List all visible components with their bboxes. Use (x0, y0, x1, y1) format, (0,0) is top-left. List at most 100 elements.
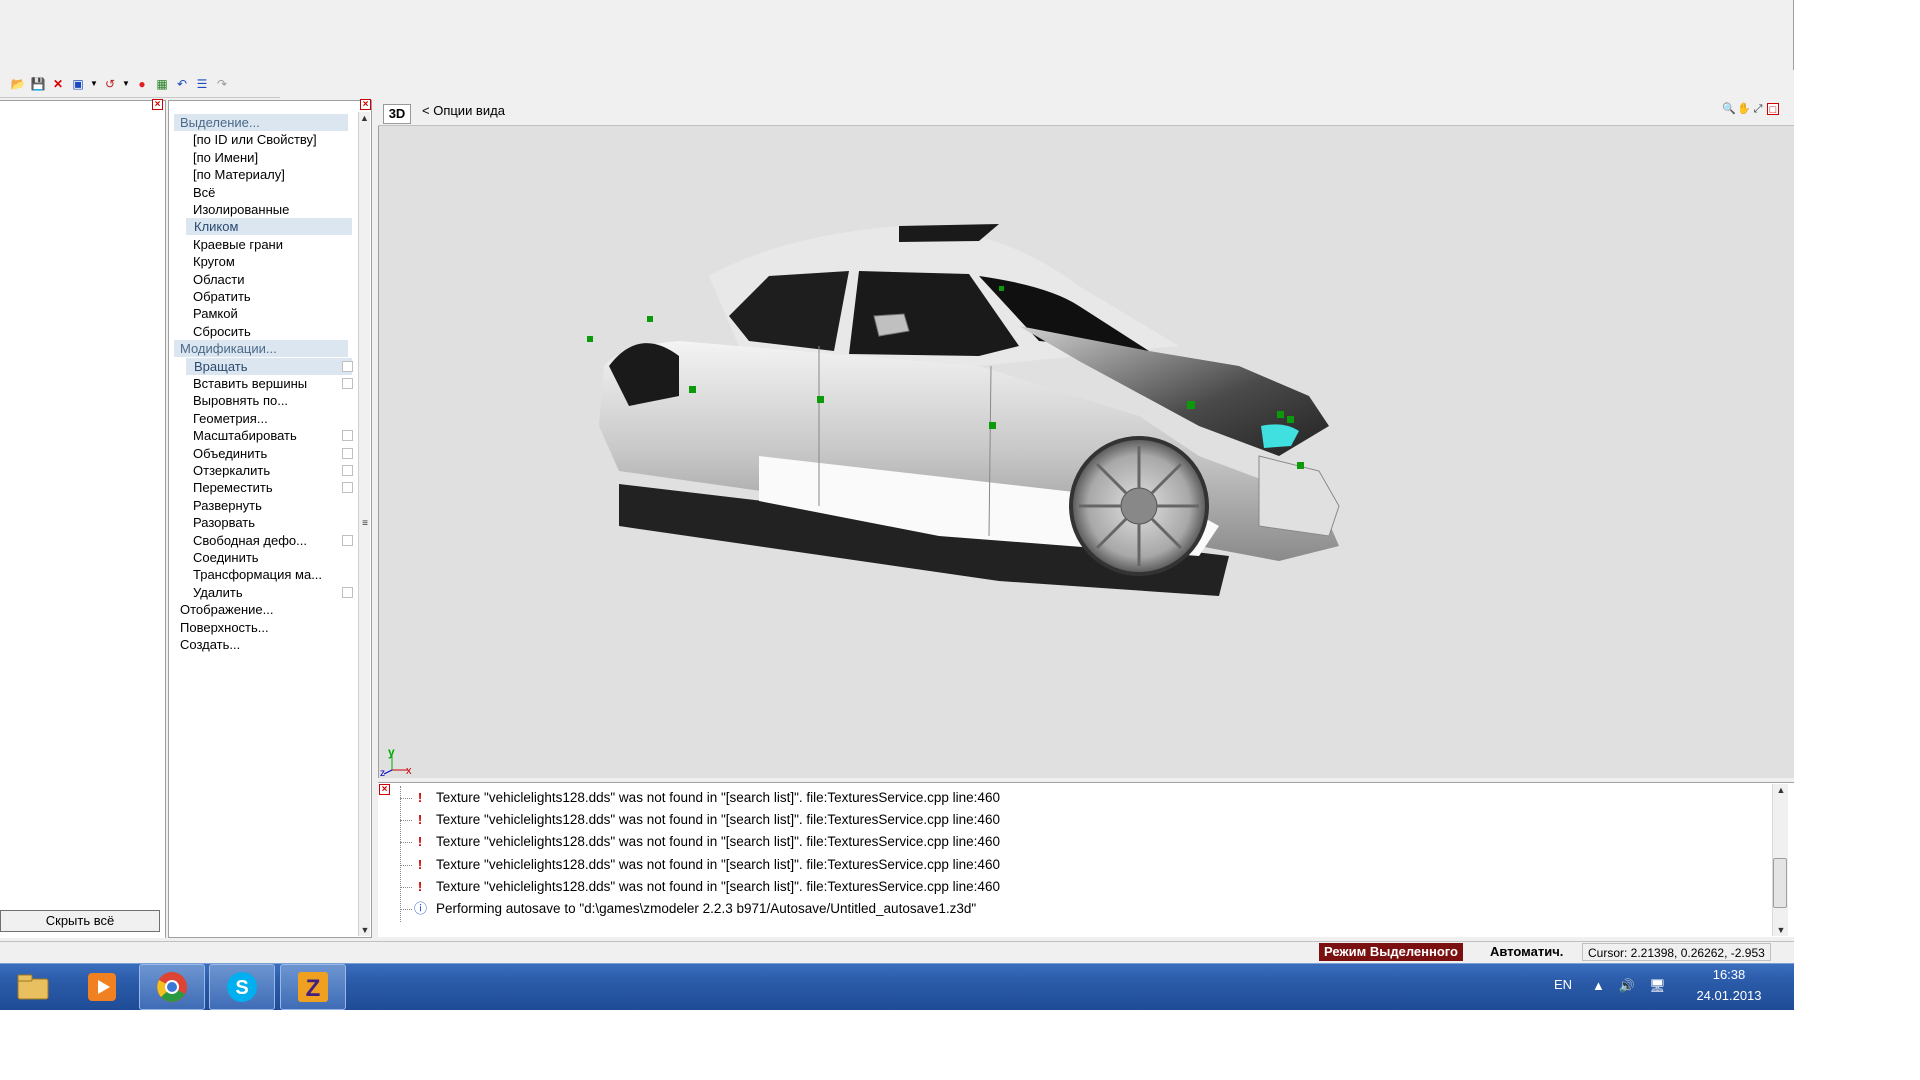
system-tray: ▲ 🔊 🖥 (1592, 978, 1666, 994)
log-entry[interactable]: Performing autosave to "d:\games\zmodele… (436, 898, 976, 920)
explorer-icon (17, 974, 49, 1000)
tree-item[interactable]: [по Материалу] (193, 166, 285, 183)
volume-icon[interactable]: 🔊 (1619, 978, 1635, 994)
tree-item[interactable]: Выровнять по... (193, 392, 288, 409)
log-tree-connector (400, 909, 412, 910)
close-icon[interactable]: □ (1767, 103, 1779, 116)
log-entry[interactable]: Texture "vehiclelights128.dds" was not f… (436, 876, 1000, 898)
tree-item[interactable]: Переместить (193, 479, 273, 496)
tree-item-checkbox[interactable] (342, 447, 353, 459)
delete-icon[interactable]: ✕ (50, 76, 66, 92)
tree-item-checkbox[interactable] (342, 586, 353, 598)
tree-item[interactable]: [по ID или Свойству] (193, 131, 317, 148)
tree-item[interactable]: Свободная дефо... (193, 532, 307, 549)
media-player-button[interactable] (69, 964, 135, 1010)
tree-item[interactable]: Вставить вершины (193, 375, 307, 392)
tree-item[interactable]: Кликом (186, 218, 352, 236)
tree-item[interactable]: Изолированные (193, 201, 289, 218)
open-icon[interactable]: 📂 (10, 76, 26, 92)
tree-item[interactable]: Вращать (186, 357, 352, 375)
properties-icon[interactable]: ☰ (194, 76, 210, 92)
redo-icon[interactable]: ↷ (214, 76, 230, 92)
start-explorer-button[interactable] (0, 964, 66, 1010)
language-indicator[interactable]: EN (1554, 977, 1572, 992)
tree-item[interactable]: Геометрия... (193, 410, 268, 427)
tree-item[interactable]: Всё (193, 184, 215, 201)
chrome-button[interactable] (139, 964, 205, 1010)
log-entry[interactable]: Texture "vehiclelights128.dds" was not f… (436, 809, 1000, 831)
tree-item[interactable]: Отзеркалить (193, 462, 270, 479)
tree-item[interactable]: Рамкой (193, 305, 238, 322)
close-icon[interactable]: × (360, 99, 371, 110)
pan-icon[interactable]: ✋ (1737, 103, 1751, 115)
tree-item[interactable]: Развернуть (193, 497, 262, 514)
dropdown-arrow-icon[interactable]: ▼ (122, 76, 130, 92)
close-icon[interactable]: × (152, 99, 163, 110)
network-icon[interactable]: 🖥 (1649, 978, 1666, 994)
tree-item[interactable]: Разорвать (193, 514, 255, 531)
zoom-icon[interactable]: 🔍 (1722, 103, 1736, 115)
tree-item[interactable]: Обратить (193, 288, 251, 305)
tree-item-checkbox[interactable] (342, 534, 353, 546)
render-icon[interactable]: ▦ (154, 76, 170, 92)
tree-item[interactable]: Трансформация ма... (193, 566, 322, 583)
tree-item[interactable]: Соединить (193, 549, 259, 566)
clock-time[interactable]: 16:38 (1684, 967, 1774, 982)
show-hidden-icons-icon[interactable]: ▲ (1592, 978, 1605, 994)
error-icon: ! (417, 812, 423, 828)
undo-group-icon[interactable]: ↺ (102, 76, 118, 92)
save-icon[interactable]: 💾 (30, 76, 46, 92)
import-icon[interactable]: ▣ (70, 76, 86, 92)
3d-viewport[interactable] (378, 126, 1794, 778)
auto-mode-indicator[interactable]: Автоматич. (1490, 943, 1563, 961)
error-icon: ! (417, 790, 423, 805)
tree-item-checkbox[interactable] (342, 378, 353, 389)
tree-item-checkbox[interactable] (342, 430, 353, 442)
tree-item-checkbox[interactable] (342, 360, 353, 372)
tree-scrollbar[interactable]: ▲ ≡ ▼ (358, 112, 370, 936)
tree-item[interactable]: [по Имени] (193, 149, 258, 166)
scroll-up-icon[interactable]: ▲ (359, 112, 370, 124)
log-entry[interactable]: Texture "vehiclelights128.dds" was not f… (436, 787, 1000, 809)
tree-item[interactable]: Отображение... (180, 601, 274, 618)
main-toolbar: 📂 💾 ✕ ▣ ▼ ↺ ▼ ● ▦ ↶ ☰ ↷ (0, 70, 280, 98)
scroll-down-icon[interactable]: ▼ (1773, 924, 1789, 936)
error-icon: ! (417, 878, 423, 894)
close-icon[interactable]: × (379, 784, 390, 795)
tree-item[interactable]: Создать... (180, 636, 240, 653)
tree-item[interactable]: Кругом (193, 253, 235, 270)
log-scroll-thumb[interactable] (1773, 858, 1787, 908)
tree-item-checkbox[interactable] (342, 482, 353, 494)
log-entry[interactable]: Texture "vehiclelights128.dds" was not f… (436, 831, 1000, 853)
tree-item-checkbox[interactable] (342, 465, 353, 476)
maximize-icon[interactable]: ⤢ (1752, 103, 1764, 115)
tree-item[interactable]: Удалить (193, 584, 243, 601)
view-options-link[interactable]: < Опции вида (422, 101, 505, 121)
zmodeler-button[interactable]: Z (280, 964, 346, 1010)
tree-item[interactable]: Модификации... (174, 340, 348, 358)
hide-all-button[interactable]: Скрыть всё (0, 910, 160, 932)
view-mode-button[interactable]: 3D (383, 104, 411, 124)
scroll-down-icon[interactable]: ▼ (359, 924, 371, 936)
tree-item[interactable]: Выделение... (174, 114, 348, 131)
scroll-up-icon[interactable]: ▲ (1773, 784, 1789, 796)
svg-text:Z: Z (306, 975, 321, 1002)
selection-mode-indicator[interactable]: Режим Выделенного (1319, 943, 1463, 961)
log-entry[interactable]: Texture "vehiclelights128.dds" was not f… (436, 854, 1000, 876)
tree-item[interactable]: Сбросить (193, 323, 251, 340)
tree-item[interactable]: Области (193, 271, 245, 288)
log-tree-line (400, 786, 401, 922)
car-model[interactable] (379, 126, 1795, 778)
axis-y-label: y (388, 746, 395, 759)
title-area (0, 0, 1794, 70)
tree-item[interactable]: Поверхность... (180, 619, 269, 636)
dropdown-arrow-icon[interactable]: ▼ (90, 76, 98, 92)
splitter-grip-icon[interactable]: ≡ (359, 518, 371, 530)
clock-date[interactable]: 24.01.2013 (1684, 988, 1774, 1003)
tree-item[interactable]: Объединить (193, 445, 267, 462)
record-icon[interactable]: ● (134, 76, 150, 92)
skype-button[interactable]: S (209, 964, 275, 1010)
undo-icon[interactable]: ↶ (174, 76, 190, 92)
tree-item[interactable]: Масштабировать (193, 427, 297, 444)
tree-item[interactable]: Краевые грани (193, 236, 283, 253)
